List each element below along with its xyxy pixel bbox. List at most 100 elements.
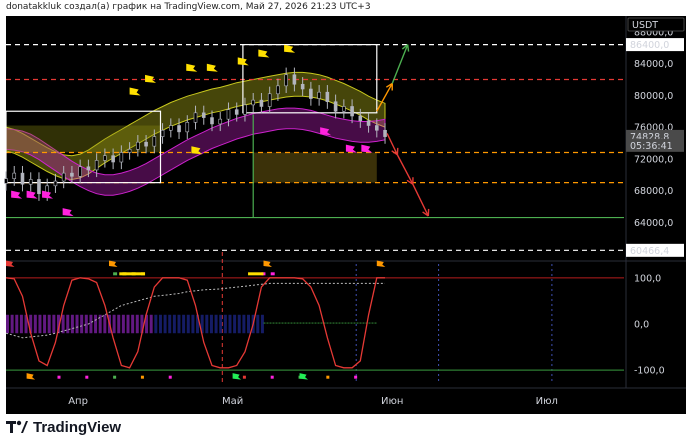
- time-tick-label: Июл: [536, 396, 558, 407]
- time-tick-label: Май: [222, 396, 243, 407]
- osc-histogram-bar: [84, 314, 88, 334]
- candle-body: [309, 88, 313, 99]
- osc-histogram-bar: [52, 314, 56, 334]
- osc-top-marker: [270, 272, 275, 276]
- osc-flag-red: [6, 260, 15, 270]
- yellow-flag-6: [284, 44, 296, 56]
- osc-histogram-bar: [177, 314, 181, 334]
- footer: TradingView: [6, 418, 121, 436]
- candle-body: [94, 160, 99, 171]
- price-tick-label: 84000,0: [634, 59, 673, 70]
- osc-histogram-bar: [168, 314, 172, 334]
- osc-histogram-bar: [121, 314, 125, 334]
- candle-body: [342, 106, 346, 112]
- candle-body: [78, 166, 82, 177]
- osc-histogram-bar: [256, 314, 260, 334]
- yellow-flag-2: [186, 63, 198, 75]
- osc-tick-label: 100,0: [634, 273, 661, 284]
- osc-top-marker: [113, 272, 118, 276]
- osc-histogram-bar: [33, 314, 37, 334]
- candle-body: [144, 141, 148, 147]
- osc-histogram-bar: [209, 314, 213, 334]
- candle-body: [193, 112, 198, 123]
- osc-tick-label: -100,0: [634, 366, 665, 377]
- osc-bottom-marker: [168, 375, 172, 379]
- osc-histogram-bar: [61, 314, 65, 334]
- price-tick-label: 64000,0: [634, 218, 673, 229]
- osc-histogram-bar: [89, 314, 93, 334]
- osc-histogram-bar: [43, 314, 47, 334]
- price-tick-label: 80000,0: [634, 91, 673, 102]
- osc-histogram-bar: [237, 314, 241, 334]
- osc-histogram-bar: [154, 314, 158, 334]
- candle-body: [300, 83, 305, 90]
- osc-bottom-marker: [270, 375, 274, 379]
- projection-arrow-3: [396, 154, 414, 185]
- chart-screenshot: donatakkluk создал(а) график на TradingV…: [0, 0, 690, 448]
- osc-histogram-bar: [182, 314, 186, 334]
- projection-arrow-4: [412, 183, 429, 217]
- candle-body: [276, 85, 280, 95]
- time-tick-label: Апр: [68, 396, 88, 407]
- osc-histogram-bar: [242, 314, 246, 334]
- osc-histogram-bar: [80, 314, 84, 334]
- yellow-flag-3: [206, 63, 218, 75]
- osc-flag-green-0: [232, 373, 242, 383]
- price-tag-label: 60466,4: [630, 246, 669, 257]
- candle-body: [28, 179, 33, 185]
- osc-histogram-bar: [94, 314, 98, 334]
- osc-flag-orange-3: [26, 373, 36, 383]
- candle-body: [325, 91, 330, 103]
- candle-body: [103, 155, 107, 161]
- candle-body: [127, 149, 132, 153]
- osc-histogram-bar: [103, 314, 107, 334]
- candle-body: [201, 112, 206, 118]
- osc-histogram-bar: [186, 314, 190, 334]
- candle-body: [267, 93, 272, 107]
- osc-histogram-bar: [19, 314, 23, 334]
- yellow-flag-5: [258, 49, 270, 61]
- price-tag-label: 05:36:41: [630, 141, 673, 152]
- osc-histogram-bar: [163, 314, 167, 334]
- candle-body: [119, 152, 124, 163]
- osc-histogram-bar: [223, 314, 227, 334]
- yellow-flag-0: [129, 87, 141, 99]
- candle-body: [136, 141, 140, 150]
- candle-body: [20, 172, 25, 185]
- osc-histogram-bar: [112, 314, 116, 334]
- time-tick-label: Июн: [381, 396, 403, 407]
- candle-body: [350, 106, 354, 117]
- candle-body: [210, 117, 214, 125]
- candle-body: [61, 172, 66, 182]
- candle-body: [284, 74, 288, 87]
- osc-histogram-bar: [228, 314, 232, 334]
- osc-flag-orange-1: [263, 260, 272, 270]
- price-tag-label: 86400,0: [630, 40, 669, 51]
- osc-top-yellow-strip: [119, 272, 146, 276]
- osc-histogram-bar: [38, 314, 42, 334]
- candle-body: [374, 125, 379, 131]
- osc-bottom-marker: [85, 375, 89, 379]
- candle-body: [251, 99, 255, 106]
- projection-arrow-1: [391, 44, 409, 84]
- osc-histogram-bar: [75, 314, 79, 334]
- candle-body: [259, 99, 264, 107]
- osc-bottom-marker: [57, 375, 61, 379]
- osc-histogram-bar: [135, 314, 139, 334]
- candle-body: [218, 118, 223, 125]
- osc-histogram-bar: [70, 314, 74, 334]
- magenta-flag-1: [26, 190, 38, 202]
- osc-histogram-bar: [260, 314, 264, 334]
- footer-brand: TradingView: [33, 418, 122, 436]
- osc-flag-orange-0: [109, 260, 118, 270]
- osc-bottom-marker: [113, 375, 117, 379]
- candle-body: [86, 166, 91, 171]
- osc-bottom-marker: [140, 375, 144, 379]
- osc-histogram-bar: [66, 314, 70, 334]
- osc-histogram-bar: [219, 314, 223, 334]
- candle-body: [292, 74, 297, 85]
- tradingview-logo-icon: [6, 420, 28, 433]
- osc-histogram-bar: [47, 314, 51, 334]
- candle-body: [366, 120, 371, 126]
- candle-body: [160, 129, 165, 137]
